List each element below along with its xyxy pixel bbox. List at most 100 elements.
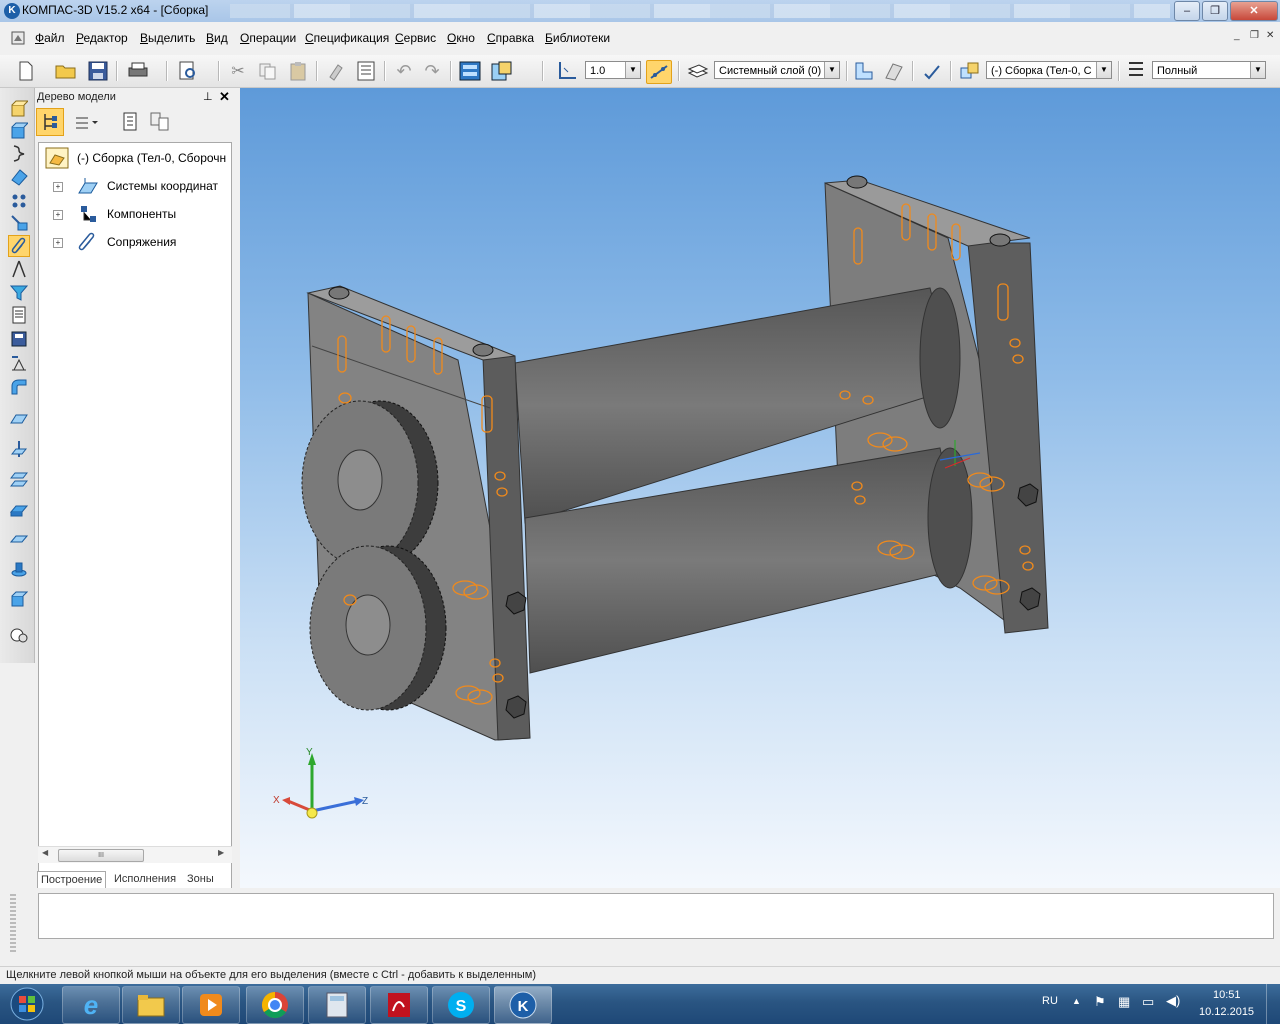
menu-window[interactable]: Окно [447,31,475,45]
open-file-button[interactable] [54,60,78,82]
tree-relations-button[interactable] [149,112,171,134]
preview-button[interactable] [176,60,200,82]
display-settings-button[interactable] [1124,60,1148,82]
tool-filters[interactable] [8,282,30,304]
taskbar-calculator[interactable] [308,986,366,1024]
menu-help[interactable]: Справка [487,31,534,45]
close-button[interactable]: ✕ [1230,1,1278,21]
tool-edit-assembly[interactable] [8,98,30,120]
variables-button[interactable] [490,60,514,82]
tab-versions[interactable]: Исполнения [111,871,179,887]
expand-icon[interactable]: + [53,210,63,220]
expand-icon[interactable]: + [53,238,63,248]
mdi-restore-button[interactable]: ❐ [1250,31,1260,41]
scroll-thumb[interactable]: III [58,849,144,862]
tool-surfaces[interactable] [8,166,30,188]
maximize-button[interactable]: ❐ [1202,1,1228,21]
taskbar-media-player[interactable] [182,986,240,1024]
save-button[interactable] [86,60,110,82]
taskbar-acrobat[interactable] [370,986,428,1024]
manager-button[interactable] [458,60,482,82]
tool-shell[interactable] [8,588,30,610]
menu-service[interactable]: Сервис [395,31,436,45]
new-file-button[interactable] [14,60,38,82]
menu-file[interactable]: Файл [35,31,65,45]
taskbar-skype[interactable]: S [432,986,490,1024]
tool-revolve[interactable] [8,558,30,580]
menu-view[interactable]: Вид [206,31,228,45]
mdi-minimize-button[interactable]: _ [1234,31,1244,41]
tool-curves[interactable] [8,142,30,164]
tool-dimensions[interactable] [8,352,30,374]
tool-axis[interactable] [8,438,30,460]
menu-libraries[interactable]: Библиотеки [545,31,610,45]
network-icon[interactable]: ▦ [1118,994,1130,1010]
tool-plane[interactable] [8,408,30,430]
menu-operations[interactable]: Операции [240,31,296,45]
menu-select[interactable]: Выделить [140,31,195,45]
mdi-close-button[interactable]: ✕ [1266,31,1276,41]
paste-button[interactable] [286,60,310,82]
clock-time[interactable]: 10:51 [1213,989,1241,1001]
power-icon[interactable]: ▭ [1142,994,1154,1010]
properties-button[interactable] [354,60,378,82]
action-center-icon[interactable]: ⚑ [1094,994,1106,1010]
start-button[interactable] [4,986,50,1022]
layer-combobox[interactable]: Системный слой (0) ▼ [714,61,840,79]
layers-button[interactable] [686,60,710,82]
tool-arrays[interactable] [8,190,30,212]
tool-parts[interactable] [8,120,30,142]
display-mode-combobox[interactable]: Полный ▼ [1152,61,1266,79]
tree-horizontal-scrollbar[interactable]: ◀ III ▶ [38,846,232,863]
format-painter-button[interactable] [324,60,348,82]
tool-sheet-metal[interactable] [8,376,30,398]
menu-specification[interactable]: Спецификация [305,31,389,45]
scroll-left-icon[interactable]: ◀ [42,848,48,857]
tree-view-mode-button[interactable] [71,112,105,134]
tool-extrude[interactable] [8,498,30,520]
pin-icon[interactable]: ⊥ [203,90,213,103]
copy-button[interactable] [256,60,280,82]
tool-cut[interactable] [8,528,30,550]
minimize-button[interactable]: – [1174,1,1200,21]
tab-zones[interactable]: Зоны [184,871,217,887]
select-filter-button[interactable] [920,60,944,82]
tool-analysis[interactable] [8,624,30,646]
tool-move[interactable] [8,212,30,234]
tab-construction[interactable]: Построение [37,871,107,888]
taskbar-ie[interactable]: e [62,986,120,1024]
tool-measure[interactable] [8,258,30,280]
clock-date[interactable]: 10.12.2015 [1199,1006,1254,1018]
undo-button[interactable]: ↶ [392,60,416,82]
tool-offset-plane[interactable] [8,468,30,490]
assembly-combobox[interactable]: (-) Сборка (Тел-0, С ▼ [986,61,1112,79]
taskbar-chrome[interactable] [246,986,304,1024]
menu-editor[interactable]: Редактор [76,31,128,45]
assembly-model[interactable] [240,88,1280,888]
show-hidden-icons-icon[interactable]: ▲ [1072,996,1081,1006]
lower-gear[interactable] [309,545,447,711]
expand-icon[interactable]: + [53,182,63,192]
3d-viewport[interactable]: Y X Z [240,88,1280,888]
volume-icon[interactable]: ◀) [1166,993,1180,1009]
close-panel-icon[interactable]: ✕ [219,89,230,105]
language-indicator[interactable]: RU [1042,995,1058,1007]
taskbar-explorer[interactable] [122,986,180,1024]
tool-reports[interactable] [8,328,30,350]
tool-mates[interactable] [8,235,30,257]
property-panel[interactable] [38,893,1274,939]
show-desktop-button[interactable] [1266,984,1280,1024]
assembly-button[interactable] [958,60,982,82]
tree-history-button[interactable] [121,112,143,134]
taskbar-kompas[interactable]: K [494,986,552,1024]
snap-toggle-button[interactable] [646,60,672,84]
sketch-button[interactable] [852,60,876,82]
print-button[interactable] [126,60,150,82]
step-combobox[interactable]: 1.0 ▼ [585,61,641,79]
snap-button[interactable] [555,60,579,82]
redo-button[interactable]: ↷ [420,60,444,82]
scroll-right-icon[interactable]: ▶ [218,848,224,857]
tree-structure-button[interactable] [36,108,64,136]
upper-gear[interactable] [301,400,439,566]
panel-grip[interactable] [10,894,16,954]
